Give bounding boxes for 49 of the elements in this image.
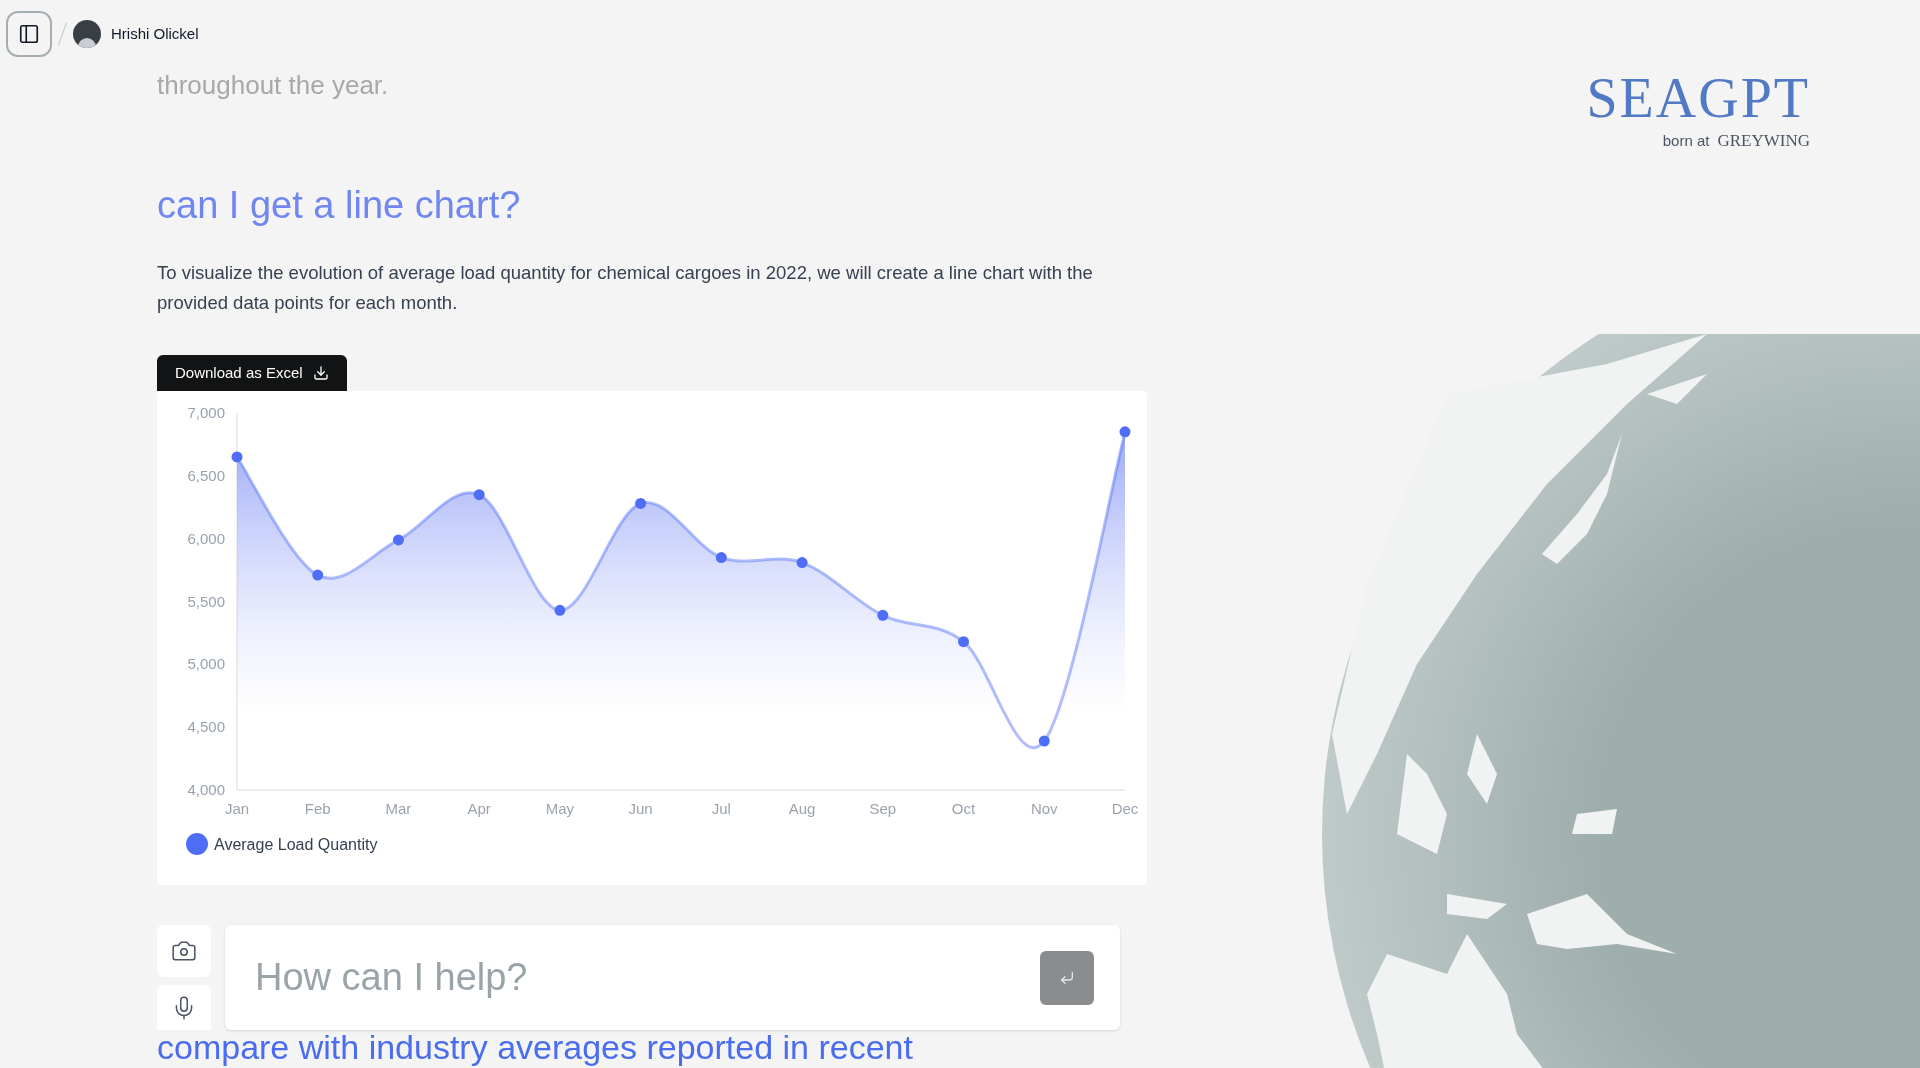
axis-label: Nov bbox=[1030, 800, 1058, 817]
axis-label: Sep bbox=[869, 800, 897, 817]
axis-label: Aug bbox=[788, 800, 816, 817]
logo-title: SEAGPT bbox=[1586, 68, 1810, 128]
axis-label: 7,000 bbox=[187, 404, 225, 421]
axis-label: Dec bbox=[1111, 800, 1139, 817]
chart-point bbox=[958, 636, 970, 648]
avatar bbox=[73, 20, 101, 48]
chart-point bbox=[1119, 426, 1131, 438]
faded-text: throughout the year. bbox=[157, 70, 390, 100]
axis-label: May bbox=[545, 800, 575, 817]
chat-input[interactable]: How can I help? bbox=[225, 925, 1120, 1030]
axis-label: Jun bbox=[628, 800, 653, 817]
return-icon bbox=[1059, 970, 1075, 986]
camera-button[interactable] bbox=[157, 925, 211, 977]
sidebar-icon bbox=[18, 23, 40, 45]
user-name: Hrishi Olickel bbox=[111, 23, 199, 44]
axis-label: Feb bbox=[304, 800, 331, 817]
microphone-button[interactable] bbox=[157, 985, 211, 1030]
axis-label: Apr bbox=[467, 800, 491, 817]
axis-label: 5,500 bbox=[187, 592, 225, 610]
chart-point bbox=[635, 498, 647, 509]
chart-point bbox=[312, 569, 324, 581]
download-button[interactable]: Download as Excel bbox=[157, 355, 347, 391]
legend-label: Average Load Quantity bbox=[214, 836, 378, 853]
axis-label: Mar bbox=[385, 800, 412, 817]
question-heading: can I get a line chart? bbox=[157, 183, 522, 228]
axis-label: 4,500 bbox=[187, 718, 225, 736]
chart-point bbox=[392, 534, 404, 546]
chart-point bbox=[554, 604, 566, 616]
answer-text: To visualize the evolution of average load quantity for chemical cargoes in 2022, we will create a line chart with the provided data points for each month. bbox=[157, 261, 1094, 315]
axis-label: 4,000 bbox=[187, 781, 225, 798]
logo-company: GREYWING bbox=[1717, 130, 1810, 152]
logo-tagline: born at bbox=[1662, 131, 1710, 151]
trailing-text: compare with industry averages reported in recent bbox=[157, 1030, 914, 1064]
download-icon bbox=[312, 365, 329, 381]
axis-label: Oct bbox=[951, 800, 976, 817]
axis-label: Jul bbox=[711, 800, 731, 817]
chart-point bbox=[715, 552, 727, 563]
chart-point bbox=[473, 489, 485, 501]
sidebar-toggle-button[interactable] bbox=[6, 11, 52, 57]
axis-label: 6,500 bbox=[187, 466, 225, 484]
axis-label: 5,000 bbox=[187, 655, 225, 673]
axis-label: 6,000 bbox=[187, 529, 225, 547]
chart-point bbox=[877, 609, 889, 621]
chart-point bbox=[231, 451, 243, 463]
chart-point bbox=[1038, 735, 1050, 747]
axis-label: Jan bbox=[224, 800, 250, 817]
chart-point bbox=[796, 557, 808, 569]
